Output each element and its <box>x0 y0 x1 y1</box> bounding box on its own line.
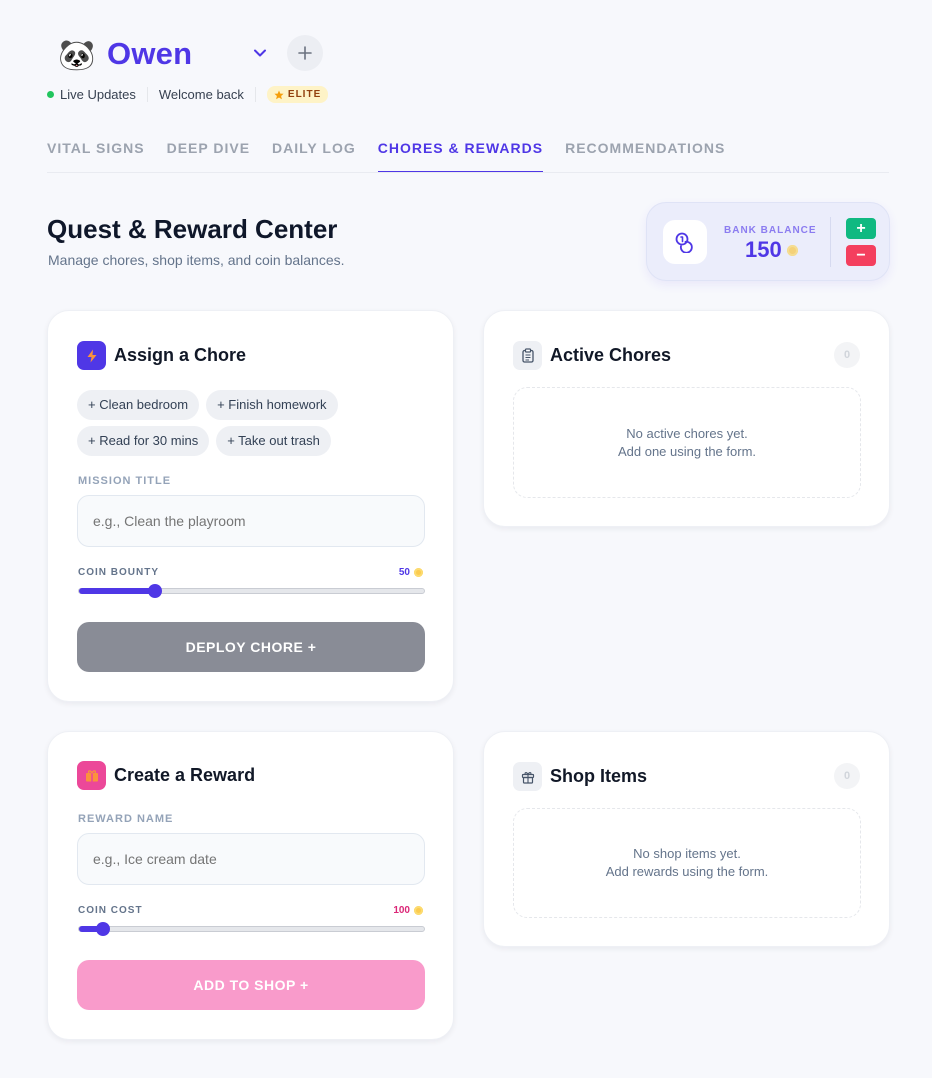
divider <box>254 87 256 102</box>
shop-items-count: 0 <box>834 763 860 789</box>
bank-icon-tile <box>663 220 707 264</box>
chevron-down-icon <box>254 49 266 57</box>
coin-bounty-label: COIN BOUNTY <box>78 567 159 578</box>
bank-balance-value-row: 150 <box>745 237 798 263</box>
chore-icon-tile <box>77 341 106 370</box>
coin-cost-value: 100 <box>393 905 410 916</box>
coin-bounty-slider[interactable] <box>78 584 425 598</box>
coin-icon <box>414 906 423 915</box>
badge-label: ELITE <box>287 89 322 100</box>
quick-chip-row: + Clean bedroom + Finish homework + Read… <box>77 390 427 456</box>
empty-line-1: No active chores yet. <box>626 425 748 441</box>
mission-title-input[interactable] <box>77 495 425 547</box>
tab-daily-log[interactable]: DAILY LOG <box>272 140 356 173</box>
coin-bounty-value: 50 <box>398 567 410 578</box>
quick-chip-clean-bedroom[interactable]: + Clean bedroom <box>77 390 200 420</box>
add-to-shop-button[interactable]: ADD TO SHOP + <box>77 960 425 1010</box>
star-icon <box>274 90 284 99</box>
empty-line-2: Add one using the form. <box>617 443 757 459</box>
quick-chip-take-out-trash[interactable]: + Take out trash <box>216 426 331 456</box>
assign-chore-card: Assign a Chore + Clean bedroom + Finish … <box>47 310 454 702</box>
status-row: Live Updates Welcome back ELITE <box>47 86 329 103</box>
live-indicator-dot <box>47 91 54 98</box>
tab-deep-dive[interactable]: DEEP DIVE <box>167 140 250 173</box>
page-subtitle: Manage chores, shop items, and coin bala… <box>48 252 345 268</box>
profile-name: Owen <box>107 36 193 71</box>
empty-line-2: Add rewards using the form. <box>605 864 769 879</box>
gift-outline-icon <box>521 771 534 784</box>
quick-chip-read[interactable]: + Read for 30 mins <box>77 426 210 456</box>
bolt-icon <box>87 349 96 362</box>
mission-title-label: MISSION TITLE <box>78 475 172 487</box>
reward-icon-tile <box>77 761 106 790</box>
clipboard-icon <box>521 348 534 363</box>
tab-chores-rewards[interactable]: CHORES & REWARDS <box>377 140 544 173</box>
shop-items-title: Shop Items <box>550 766 648 786</box>
coins-icon <box>675 232 693 253</box>
tab-divider <box>47 172 889 173</box>
active-chores-count: 0 <box>834 342 860 368</box>
create-reward-card: Create a Reward REWARD NAME COIN COST 10… <box>47 731 454 1040</box>
bank-balance-value: 150 <box>745 237 782 262</box>
subtract-coins-button[interactable]: − <box>846 245 876 266</box>
coin-bounty-value-row: 50 <box>399 567 423 578</box>
empty-line-1: No shop items yet. <box>633 846 741 861</box>
coin-icon <box>786 244 798 256</box>
add-coins-button[interactable]: + <box>846 218 876 239</box>
tab-bar: VITAL SIGNS DEEP DIVE DAILY LOG CHORES &… <box>47 140 747 173</box>
shop-icon-tile <box>513 762 542 791</box>
bank-balance-label: BANK BALANCE <box>724 225 817 236</box>
create-reward-title: Create a Reward <box>114 765 256 785</box>
active-chores-icon-tile <box>513 341 542 370</box>
divider <box>146 87 148 102</box>
shop-items-card: Shop Items 0 No shop items yet. Add rewa… <box>483 731 890 947</box>
bank-divider <box>830 217 831 267</box>
slider-fill <box>79 588 155 594</box>
profile-avatar: 🐼 <box>58 39 96 72</box>
tab-vital-signs[interactable]: VITAL SIGNS <box>47 140 145 173</box>
active-chores-empty-state: No active chores yet. Add one using the … <box>513 387 861 498</box>
profile-switcher-button[interactable] <box>247 40 273 66</box>
coin-cost-label: COIN COST <box>78 905 143 916</box>
reward-name-label: REWARD NAME <box>78 813 174 825</box>
coin-icon <box>414 568 423 577</box>
live-updates-label: Live Updates <box>60 87 136 102</box>
quick-chip-finish-homework[interactable]: + Finish homework <box>206 390 338 420</box>
welcome-label: Welcome back <box>158 87 244 102</box>
coin-cost-value-row: 100 <box>393 905 423 916</box>
page-title: Quest & Reward Center <box>47 214 338 244</box>
deploy-chore-button[interactable]: DEPLOY CHORE + <box>77 622 425 672</box>
slider-thumb[interactable] <box>147 584 162 598</box>
gift-icon <box>85 770 98 782</box>
coin-cost-slider[interactable] <box>78 922 425 936</box>
bank-balance-card: BANK BALANCE 150 + − <box>646 202 890 281</box>
active-chores-title: Active Chores <box>550 345 672 365</box>
add-profile-button[interactable] <box>287 35 323 71</box>
plus-icon <box>298 46 312 60</box>
status-badge: ELITE <box>266 86 329 103</box>
active-chores-card: Active Chores 0 No active chores yet. Ad… <box>483 310 890 527</box>
shop-items-empty-state: No shop items yet. Add rewards using the… <box>513 808 861 918</box>
reward-name-input[interactable] <box>77 833 425 885</box>
slider-thumb[interactable] <box>96 922 111 936</box>
assign-chore-title: Assign a Chore <box>114 345 247 365</box>
tab-recommendations[interactable]: RECOMMENDATIONS <box>565 140 725 173</box>
